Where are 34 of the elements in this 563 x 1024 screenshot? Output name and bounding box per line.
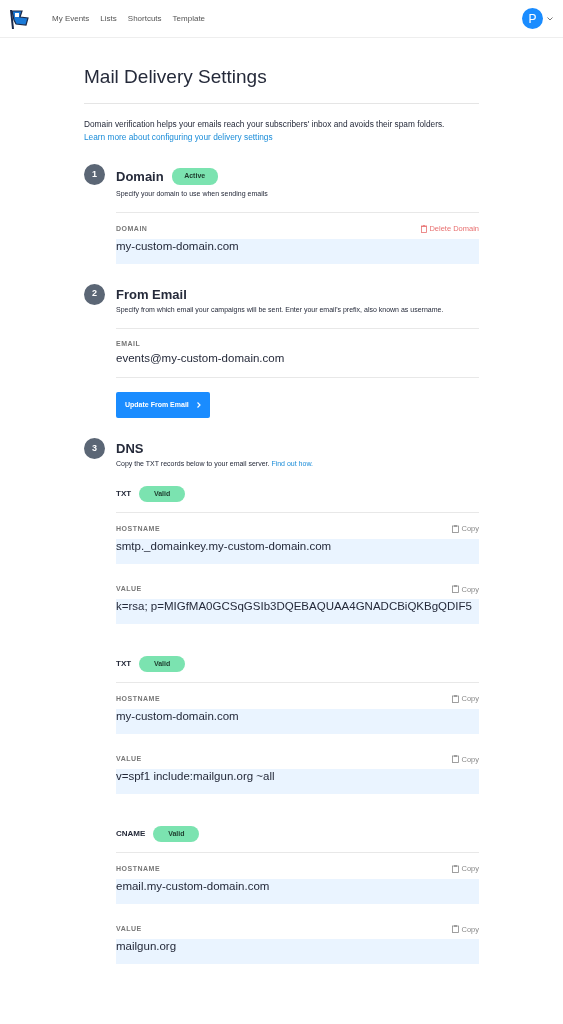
nav-link[interactable]: Template xyxy=(172,12,206,25)
help-link[interactable]: Learn more about configuring your delivery settings xyxy=(84,132,273,143)
value-field[interactable]: smtp._domainkey.my-custom-domain.com xyxy=(116,538,479,564)
email-value: events@my-custom-domain.com xyxy=(116,349,479,378)
record-type: TXT xyxy=(116,488,132,501)
clipboard-icon xyxy=(452,925,460,934)
step-number: 3 xyxy=(84,438,105,460)
step-title: DNS xyxy=(116,442,144,456)
clipboard-icon xyxy=(452,864,460,873)
value-field[interactable]: my-custom-domain.com xyxy=(116,238,479,264)
trash-icon xyxy=(421,224,428,233)
chevron-down-icon[interactable] xyxy=(547,16,553,21)
value-field[interactable]: email.my-custom-domain.com xyxy=(116,878,479,904)
value-field[interactable]: v=spf1 include:mailgun.org ~all xyxy=(116,768,479,794)
intro-text: Domain verification helps your emails reach your subscribers' inbox and avoids their spam folders. xyxy=(84,118,445,129)
clipboard-icon xyxy=(452,694,460,703)
step-title: From Email xyxy=(116,287,187,301)
step-number: 2 xyxy=(84,283,105,305)
nav-link[interactable]: Shortcuts xyxy=(127,12,162,25)
flag-logo-icon[interactable] xyxy=(8,7,30,30)
nav-link[interactable]: Lists xyxy=(100,12,117,25)
clipboard-icon xyxy=(452,585,460,594)
record-type: CNAME xyxy=(116,828,146,841)
nav-link[interactable]: My Events xyxy=(52,12,90,25)
record-type: TXT xyxy=(116,658,132,671)
value-field[interactable]: my-custom-domain.com xyxy=(116,708,479,734)
chevron-right-icon xyxy=(196,402,201,409)
value-field[interactable]: k=rsa; p=MIGfMA0GCSqGSIb3DQEBAQUAA4GNADCBiQKBgQDIF5 xyxy=(116,598,479,624)
page-title: Mail Delivery Settings xyxy=(84,66,479,104)
step-title: Domain xyxy=(116,170,164,184)
step-number: 1 xyxy=(84,164,105,186)
clipboard-icon xyxy=(452,524,460,533)
value-field[interactable]: mailgun.org xyxy=(116,938,479,964)
clipboard-icon xyxy=(452,755,460,764)
